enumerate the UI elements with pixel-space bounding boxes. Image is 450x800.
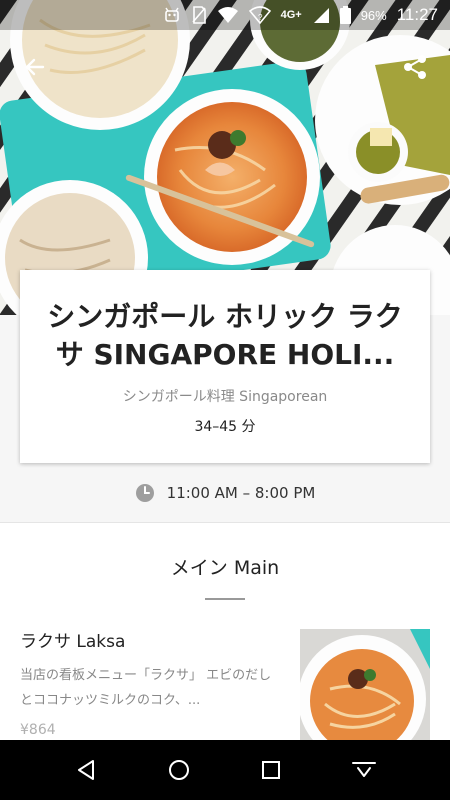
wifi-icon [217, 6, 239, 24]
section-title: メイン Main [170, 557, 280, 579]
cuisine-label: シンガポール料理 Singaporean [122, 389, 328, 405]
food-photo [0, 0, 450, 315]
hero-image [0, 0, 450, 315]
hours-text: 11:00 AM – 8:00 PM [166, 484, 316, 502]
menu-section: メイン Main ラクサ Laksa 当店の看板メニュー「ラクサ」 エビのだしと… [0, 522, 450, 741]
restaurant-title: シンガポール ホリック ラクサ SINGAPORE HOLI... [47, 300, 403, 371]
nav-back-button[interactable] [66, 750, 106, 790]
section-divider [205, 598, 245, 600]
restaurant-info-card: シンガポール ホリック ラクサ SINGAPORE HOLI... シンガポール… [20, 270, 430, 463]
back-arrow-icon [25, 58, 45, 76]
delivery-time: 34–45 分 [194, 419, 256, 435]
status-bar: ? 4G+ 96% 11:27 [0, 0, 450, 30]
signal-icon [312, 6, 330, 24]
nav-recents-icon [262, 761, 281, 779]
system-navigation-bar [0, 740, 450, 800]
menu-item-description: 当店の看板メニュー「ラクサ」 エビのだしとココナッツミルクのコク、... [20, 668, 272, 708]
svg-text:?: ? [258, 13, 263, 22]
battery-percent: 96% [360, 7, 387, 23]
nav-home-icon [168, 760, 189, 780]
no-sim-icon [191, 6, 207, 24]
android-notification-icon [163, 6, 181, 24]
nav-recents-button[interactable] [251, 750, 291, 790]
menu-item-price: ¥864 [20, 722, 56, 738]
nav-keyboard-button[interactable] [344, 750, 384, 790]
menu-item-photo [300, 629, 430, 741]
nav-home-button[interactable] [159, 750, 199, 790]
wifi-question-icon: ? [248, 6, 271, 24]
clock-icon [135, 484, 154, 502]
network-type: 4G+ [280, 9, 302, 21]
share-icon [404, 55, 426, 79]
back-button[interactable] [18, 50, 52, 84]
opening-hours: 11:00 AM – 8:00 PM [0, 480, 450, 506]
nav-keyboard-icon [351, 762, 376, 777]
share-button[interactable] [398, 50, 432, 84]
menu-item-name: ラクサ Laksa [20, 632, 126, 652]
nav-back-icon [78, 760, 95, 780]
battery-icon [339, 6, 351, 24]
clock-time: 11:27 [396, 5, 438, 24]
